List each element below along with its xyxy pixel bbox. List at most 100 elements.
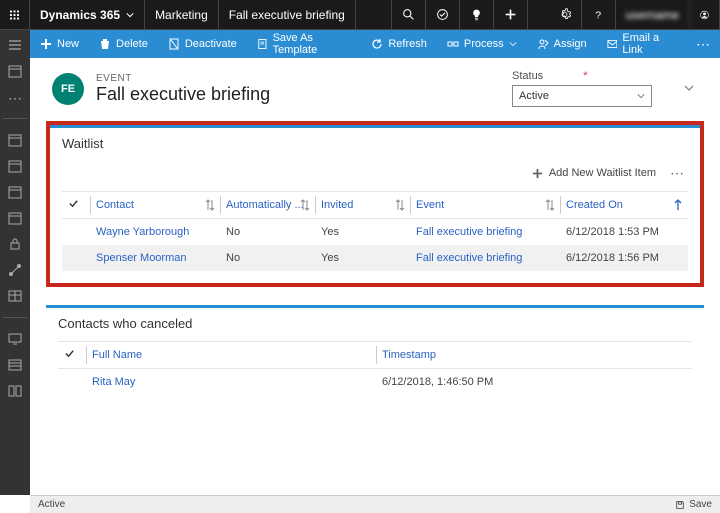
waitlist-toolbar: Add New Waitlist Item ⋯ [62, 161, 688, 185]
quick-create-button[interactable] [494, 0, 528, 29]
waitlist-more[interactable]: ⋯ [666, 165, 688, 182]
waitlist-grid: Contact Automatically ... Invited Event … [62, 191, 688, 271]
table-row[interactable]: Spenser Moorman No Yes Fall executive br… [62, 245, 688, 271]
help-icon: ? [592, 8, 605, 21]
status-field: Status* Active [512, 70, 652, 107]
assign-button[interactable]: Assign [527, 30, 597, 58]
task-flow-button[interactable] [426, 0, 460, 29]
col-invited[interactable]: Invited [315, 192, 410, 219]
nav-screen[interactable] [8, 332, 22, 346]
col-timestamp[interactable]: Timestamp [376, 342, 692, 369]
canceled-section: Contacts who canceled Full Name Timestam… [46, 305, 704, 407]
check-icon [64, 348, 75, 359]
svg-text:?: ? [595, 10, 601, 21]
section-title: Contacts who canceled [58, 316, 692, 331]
status-label: Status* [512, 70, 652, 82]
plus-icon [532, 168, 543, 179]
add-waitlist-item[interactable]: Add New Waitlist Item [532, 167, 656, 179]
event-link[interactable]: Fall executive briefing [410, 245, 560, 271]
col-event[interactable]: Event [410, 192, 560, 219]
deactivate-icon [168, 38, 180, 50]
nav-cal-a[interactable] [8, 133, 22, 147]
new-button[interactable]: New [30, 30, 89, 58]
user-avatar[interactable] [690, 0, 720, 29]
save-icon [675, 500, 685, 510]
refresh-button[interactable]: Refresh [361, 30, 437, 58]
template-icon [257, 38, 268, 50]
contact-link[interactable]: Wayne Yarborough [90, 219, 220, 246]
command-bar: New Delete Deactivate Save As Template R… [30, 30, 720, 58]
delete-button[interactable]: Delete [89, 30, 158, 58]
nav-more[interactable]: ⋯ [8, 90, 22, 104]
expand-header[interactable] [682, 81, 698, 97]
check-icon [68, 198, 79, 209]
footer-status: Active [38, 499, 65, 510]
avatar: FE [52, 73, 84, 105]
persona-icon [700, 6, 709, 24]
nav-cal-c[interactable] [8, 185, 22, 199]
table-row[interactable]: Rita May 6/12/2018, 1:46:50 PM [58, 369, 692, 396]
check-circle-icon [436, 8, 449, 21]
trash-icon [99, 38, 111, 50]
plus-icon [40, 38, 52, 50]
user-name: username [616, 0, 690, 29]
table-row[interactable]: Wayne Yarborough No Yes Fall executive b… [62, 219, 688, 246]
nav-lock[interactable] [8, 237, 22, 251]
gear-icon [558, 8, 571, 21]
col-auto[interactable]: Automatically ... [220, 192, 315, 219]
contact-link[interactable]: Spenser Moorman [90, 245, 220, 271]
product-switcher[interactable]: Dynamics 365 [30, 0, 145, 29]
save-button[interactable]: Save [675, 499, 712, 510]
col-contact[interactable]: Contact [90, 192, 220, 219]
canceled-grid: Full Name Timestamp Rita May 6/12/2018, … [58, 341, 692, 395]
status-bar: Active Save [30, 495, 720, 513]
page-title: Fall executive briefing [96, 84, 270, 105]
nav-cal-b[interactable] [8, 159, 22, 173]
plus-icon [504, 8, 517, 21]
chevron-down-icon [637, 92, 645, 100]
email-link-button[interactable]: Email a Link [597, 30, 686, 58]
search-button[interactable] [392, 0, 426, 29]
process-icon [447, 38, 459, 50]
top-bar: Dynamics 365 Marketing Fall executive br… [0, 0, 720, 30]
col-created[interactable]: Created On [560, 192, 688, 219]
nav-grid[interactable] [8, 289, 22, 303]
product-name: Dynamics 365 [40, 8, 120, 22]
save-as-template-button[interactable]: Save As Template [247, 30, 362, 58]
entity-label: EVENT [96, 73, 270, 84]
chevron-down-icon [682, 81, 696, 95]
status-select[interactable]: Active [512, 85, 652, 107]
waffle-icon [10, 8, 19, 22]
settings-button[interactable] [548, 0, 582, 29]
breadcrumb[interactable]: Fall executive briefing [219, 0, 356, 29]
advisor-button[interactable] [460, 0, 494, 29]
col-fullname[interactable]: Full Name [86, 342, 376, 369]
nav-hamburger[interactable] [8, 38, 22, 52]
cmd-overflow[interactable]: ⋯ [686, 30, 720, 58]
process-button[interactable]: Process [437, 30, 527, 58]
nav-calendar-1[interactable] [8, 64, 22, 78]
chevron-down-icon [509, 40, 517, 48]
email-icon [607, 38, 618, 50]
left-nav-rail: ⋯ [0, 30, 30, 495]
waitlist-section: Waitlist Add New Waitlist Item ⋯ Contact… [46, 121, 704, 287]
lightbulb-icon [470, 8, 483, 21]
chevron-down-icon [126, 11, 134, 19]
nav-board[interactable] [8, 384, 22, 398]
nav-table[interactable] [8, 358, 22, 372]
deactivate-button[interactable]: Deactivate [158, 30, 247, 58]
nav-cal-d[interactable] [8, 211, 22, 225]
form-header: FE EVENT Fall executive briefing Status*… [30, 58, 720, 115]
refresh-icon [371, 38, 383, 50]
contact-link[interactable]: Rita May [86, 369, 376, 396]
app-launcher[interactable] [0, 0, 30, 29]
help-button[interactable]: ? [582, 0, 616, 29]
event-link[interactable]: Fall executive briefing [410, 219, 560, 246]
form-content: FE EVENT Fall executive briefing Status*… [30, 58, 720, 495]
select-all[interactable] [58, 342, 86, 369]
nav-route[interactable] [8, 263, 22, 277]
assign-icon [537, 38, 549, 50]
select-all[interactable] [62, 192, 90, 219]
section-title: Waitlist [62, 136, 688, 151]
area-name[interactable]: Marketing [145, 0, 219, 29]
